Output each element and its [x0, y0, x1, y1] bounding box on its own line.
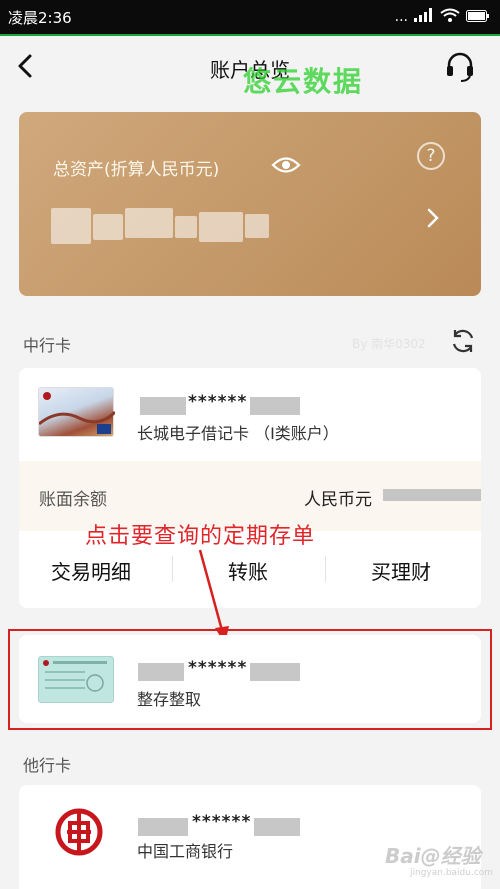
deposit-number-blur-left [138, 663, 184, 681]
section-title-boc: 中行卡 [23, 336, 72, 355]
boc-card-image [38, 387, 117, 437]
battery-icon [466, 10, 489, 22]
icbc-bank-name: 中国工商银行 [137, 842, 234, 861]
status-bar: 凌晨2:36 ... [0, 0, 500, 34]
deposit-type-name: 整存整取 [137, 690, 202, 709]
headset-icon[interactable] [444, 50, 476, 84]
deposit-certificate-icon [43, 660, 107, 692]
icbc-masked-number: ****** [192, 812, 252, 832]
balance-currency: 人民币元 [304, 490, 372, 510]
refresh-icon[interactable] [450, 328, 476, 354]
debit-card-masked-number: ****** [188, 392, 248, 412]
wifi-icon [440, 8, 460, 22]
balance-label: 账面余额 [39, 490, 107, 510]
signal-icon [414, 8, 432, 22]
chevron-right-icon[interactable] [425, 206, 441, 230]
deposit-number-blur-right [250, 663, 300, 681]
action-divider [172, 556, 173, 582]
icbc-number-blur-left [138, 818, 188, 836]
card-number-blur-left [140, 397, 186, 415]
baidu-watermark: Bai@经验 [385, 844, 481, 868]
deposit-certificate-image [38, 656, 114, 703]
icbc-number-blur-right [254, 818, 300, 836]
help-icon[interactable]: ? [417, 142, 445, 170]
debit-card-name: 长城电子借记卡 （I类账户） [137, 424, 339, 443]
deposit-masked-number: ****** [188, 658, 248, 678]
balance-value-masked [383, 489, 481, 501]
total-assets-amount-masked [51, 208, 271, 244]
action-divider [325, 556, 326, 582]
total-assets-label: 总资产(折算人民币元) [53, 160, 220, 180]
bank-card-art-icon [38, 392, 117, 434]
status-time: 凌晨2:36 [8, 9, 72, 27]
faint-caption: By 南华0302 [352, 337, 426, 351]
icbc-logo-icon [55, 808, 103, 856]
transaction-details-button[interactable]: 交易明细 [51, 556, 131, 585]
annotation-text: 点击要查询的定期存单 [85, 524, 316, 549]
watermark-text: 悠云数据 [243, 65, 364, 98]
section-title-other-banks: 他行卡 [23, 756, 72, 775]
card-number-blur-right [250, 397, 300, 415]
eye-icon[interactable] [271, 154, 301, 176]
baidu-watermark-url: jingyan.baidu.com [410, 868, 494, 878]
dots-text: ... [394, 9, 408, 25]
buy-wealth-product-button[interactable]: 买理财 [371, 556, 431, 585]
status-icons: ... [394, 8, 490, 25]
total-assets-card[interactable]: 总资产(折算人民币元) ? [19, 112, 481, 296]
